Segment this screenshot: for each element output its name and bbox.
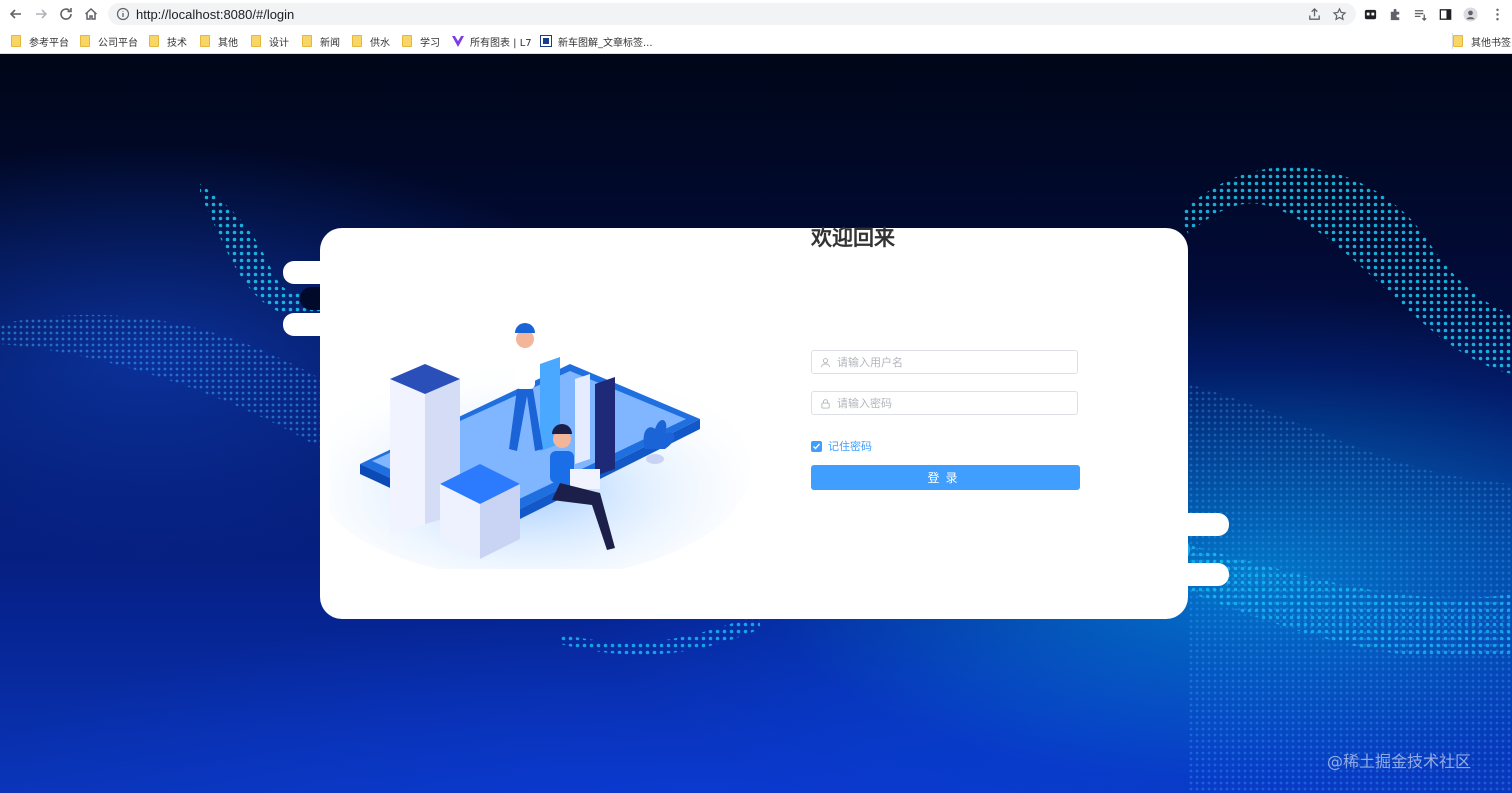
page-title: 欢迎回来 [811, 226, 895, 250]
check-icon [813, 443, 821, 450]
side-panel-icon [1439, 8, 1451, 20]
forward-button[interactable] [31, 4, 51, 24]
bookmark-label: 参考平台 [29, 37, 69, 49]
bookmark-item[interactable]: 参考平台 [11, 33, 69, 49]
avatar-icon [1462, 6, 1478, 22]
folder-icon [352, 35, 362, 47]
folder-icon [402, 35, 412, 47]
extension-app-icon [1364, 9, 1376, 19]
share-icon [1308, 7, 1320, 20]
back-button[interactable] [6, 4, 26, 24]
reload-button[interactable] [56, 4, 76, 24]
bookmark-label: 公司平台 [98, 37, 138, 49]
other-bookmarks[interactable]: 其他书签 [1452, 33, 1511, 49]
extensions-button[interactable] [1386, 5, 1404, 23]
bookmark-item[interactable]: 供水 [352, 33, 390, 49]
menu-button[interactable] [1488, 5, 1506, 23]
folder-icon [302, 35, 312, 47]
star-icon [1332, 6, 1346, 21]
bookmark-label: 所有图表 | L7 [470, 37, 532, 49]
vue-logo-icon [452, 35, 464, 47]
login-button[interactable]: 登录 [811, 465, 1080, 490]
bookmark-label: 设计 [269, 37, 289, 49]
username-input[interactable] [837, 355, 1057, 369]
folder-icon [80, 35, 90, 47]
remember-password[interactable]: 记住密码 [811, 438, 872, 454]
folder-icon [11, 35, 21, 47]
password-input[interactable] [837, 396, 1057, 410]
url-text: http://localhost:8080/#/login [136, 6, 295, 22]
password-field[interactable] [811, 391, 1078, 415]
address-bar[interactable]: http://localhost:8080/#/login [108, 3, 1356, 25]
bookmark-item[interactable]: 设计 [251, 33, 289, 49]
bookmark-label: 新闻 [320, 37, 340, 49]
site-favicon-icon [540, 35, 552, 47]
side-panel-button[interactable] [1436, 5, 1454, 23]
site-info-icon[interactable] [116, 7, 130, 21]
user-icon [820, 357, 831, 367]
folder-icon [251, 35, 261, 47]
isometric-city-illustration [330, 323, 750, 569]
puzzle-icon [1390, 8, 1399, 20]
bookmark-item[interactable]: 学习 [402, 33, 440, 49]
bookmark-label: 其他 [218, 37, 238, 49]
bookmark-label: 其他书签 [1471, 37, 1511, 49]
login-page: 欢迎回来 记住密码 登录 @稀土掘金技术社区 [0, 54, 1512, 793]
bookmark-item[interactable]: 公司平台 [80, 33, 138, 49]
folder-icon [1453, 35, 1463, 47]
bookmark-label: 新车图解_文章标签... [558, 37, 653, 49]
browser-toolbar: http://localhost:8080/#/login [0, 0, 1512, 28]
arrow-left-icon [9, 9, 21, 19]
reading-list-icon [1414, 9, 1427, 21]
arrow-right-icon [36, 9, 48, 19]
folder-icon [149, 35, 159, 47]
bookmarks-bar: 参考平台 公司平台 技术 其他 设计 新闻 供水 学习 所有图表 | L7 新车… [0, 28, 1512, 54]
bookmark-item[interactable]: 技术 [149, 33, 187, 49]
bookmark-star-button[interactable] [1330, 5, 1348, 23]
reload-icon [60, 8, 72, 20]
reading-list-button[interactable] [1411, 5, 1429, 23]
home-icon [84, 7, 98, 20]
extension-button[interactable] [1361, 5, 1379, 23]
remember-label: 记住密码 [828, 440, 872, 453]
folder-icon [200, 35, 210, 47]
remember-checkbox[interactable] [811, 440, 822, 452]
bookmark-item[interactable]: 其他 [200, 33, 238, 49]
username-field[interactable] [811, 350, 1078, 374]
home-button[interactable] [81, 4, 101, 24]
profile-button[interactable] [1461, 5, 1479, 23]
watermark: @稀土掘金技术社区 [1327, 752, 1472, 771]
lock-icon [821, 398, 830, 409]
kebab-menu-icon [1495, 8, 1499, 20]
bookmark-item[interactable]: 新车图解_文章标签... [540, 33, 653, 49]
bookmark-item[interactable]: 所有图表 | L7 [452, 33, 532, 49]
bookmark-label: 学习 [420, 37, 440, 49]
bookmark-label: 供水 [370, 37, 390, 49]
bookmark-item[interactable]: 新闻 [302, 33, 340, 49]
share-button[interactable] [1305, 5, 1323, 23]
bookmark-label: 技术 [167, 37, 187, 49]
